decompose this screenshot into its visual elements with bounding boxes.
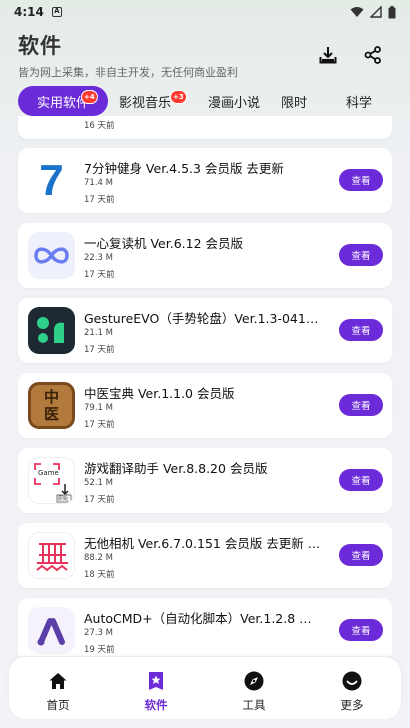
status-time: 4:14 (14, 5, 44, 19)
list-item[interactable]: 无他相机 Ver.6.7.0.151 会员版 去更新 去广告 88.2 M 18… (18, 523, 392, 588)
tab-comics-novels[interactable]: 漫画小说 (207, 86, 261, 116)
tab-badge: +3 (170, 90, 187, 104)
app-name: 游戏翻译助手 Ver.8.8.20 会员版 (84, 461, 268, 476)
download-icon (319, 47, 337, 64)
app-size: 22.3 M (84, 253, 113, 263)
app-size: 71.4 M (84, 178, 113, 188)
app-date: 19 天前 (84, 645, 115, 655)
nav-software[interactable]: 软件 (107, 657, 205, 719)
tab-label: 限时 (280, 95, 307, 111)
infinity-icon (28, 232, 75, 279)
wifi-icon (350, 7, 364, 17)
view-button[interactable]: 查看 (339, 544, 383, 566)
app-size: 79.1 M (84, 403, 113, 413)
game-glyph: Game (38, 469, 59, 477)
tab-label: 科学 (345, 95, 372, 111)
list-item[interactable]: Game 原始 游戏翻译助手 Ver.8.8.20 会员版 52.1 M 17 … (18, 448, 392, 513)
app-size: 27.3 M (84, 628, 113, 638)
nav-tools[interactable]: 工具 (205, 657, 303, 719)
nav-label: 更多 (340, 698, 364, 712)
view-button[interactable]: 查看 (339, 469, 383, 491)
smile-icon (341, 670, 363, 692)
view-button[interactable]: 查看 (339, 319, 383, 341)
app-name: 一心复读机 Ver.6.12 会员版 (84, 236, 244, 251)
seven-glyph: 7 (39, 157, 64, 204)
app-size: 88.2 M (84, 553, 113, 563)
view-button[interactable]: 查看 (339, 619, 383, 641)
list-item[interactable]: GestureEVO（手势轮盘）Ver.1.3-0418023 会员版 21.1… (18, 298, 392, 363)
seven-minute-icon: 7 (28, 157, 75, 204)
app-name: AutoCMD+（自动化脚本）Ver.1.2.8 专业版 (84, 611, 324, 626)
status-bar: 4:14 A (0, 0, 410, 24)
tcm-book-icon: 中 医 (28, 382, 75, 429)
tab-label: 漫画小说 (207, 95, 260, 111)
game-badge-glyph: 原始 (58, 496, 69, 502)
page-subtitle: 皆为网上采集，非自主开发，无任何商业盈利 (18, 66, 238, 79)
download-button[interactable] (317, 44, 339, 66)
app-name: 中医宝典 Ver.1.1.0 会员版 (84, 386, 235, 401)
page-header: 软件 皆为网上采集，非自主开发，无任何商业盈利 (18, 30, 398, 80)
signal-icon (370, 6, 382, 18)
tab-badge: +4 (81, 90, 98, 104)
autocmd-icon (28, 607, 75, 654)
list-item[interactable]: AutoCMD+（自动化脚本）Ver.1.2.8 专业版 27.3 M 19 天… (18, 598, 392, 656)
tab-science[interactable]: 科学 (345, 86, 373, 116)
tab-label: 影视音乐 (118, 95, 171, 111)
home-icon (47, 670, 69, 692)
app-name: 无他相机 Ver.6.7.0.151 会员版 去更新 去广告 (84, 536, 324, 551)
list-item[interactable]: 一心复读机 Ver.6.12 会员版 22.3 M 17 天前 查看 (18, 223, 392, 288)
app-date: 17 天前 (84, 345, 115, 355)
app-date: 17 天前 (84, 195, 115, 205)
notification-icon: A (51, 7, 62, 17)
view-button[interactable]: 查看 (339, 169, 383, 191)
app-date: 17 天前 (84, 270, 115, 280)
view-button[interactable]: 查看 (339, 244, 383, 266)
share-icon (364, 46, 381, 64)
app-date: 17 天前 (84, 420, 115, 430)
view-button[interactable]: 查看 (339, 394, 383, 416)
tab-limited-time[interactable]: 限时 (280, 86, 308, 116)
app-size: 52.1 M (84, 478, 113, 488)
nav-label: 工具 (242, 698, 266, 712)
list-item[interactable]: 7 7分钟健身 Ver.4.5.3 会员版 去更新 71.4 M 17 天前 查… (18, 148, 392, 213)
app-size: 21.1 M (84, 328, 113, 338)
tab-video-music[interactable]: 影视音乐 (118, 86, 172, 116)
star-doc-icon (145, 670, 167, 692)
nav-label: 首页 (46, 698, 70, 712)
bottom-navigation: 首页 软件 工具 更多 (9, 657, 401, 719)
app-list[interactable]: 16 天前 7 7分钟健身 Ver.4.5.3 会员版 去更新 71.4 M 1… (0, 116, 410, 656)
tcm-glyph-top: 中 (43, 387, 59, 406)
tcm-glyph-bottom: 医 (43, 404, 59, 423)
app-name: GestureEVO（手势轮盘）Ver.1.3-0418023 会员版 (84, 311, 324, 326)
app-name: 7分钟健身 Ver.4.5.3 会员版 去更新 (84, 161, 284, 176)
app-date: 16 天前 (84, 121, 115, 131)
page-title: 软件 (18, 34, 62, 58)
battery-icon (388, 5, 396, 18)
gesture-evo-icon (28, 307, 75, 354)
compass-icon (243, 670, 265, 692)
nav-home[interactable]: 首页 (9, 657, 107, 719)
list-item[interactable]: 16 天前 (18, 116, 392, 139)
list-item[interactable]: 中 医 中医宝典 Ver.1.1.0 会员版 79.1 M 17 天前 查看 (18, 373, 392, 438)
game-translate-icon: Game 原始 (28, 457, 75, 504)
app-date: 17 天前 (84, 495, 115, 505)
category-tabs: 实用软件 +4 影视音乐 +3 漫画小说 限时 科学 (0, 86, 410, 116)
nav-more[interactable]: 更多 (303, 657, 401, 719)
nav-label: 软件 (144, 698, 168, 712)
share-button[interactable] (362, 44, 384, 66)
wuta-camera-icon (28, 532, 75, 579)
status-icons (350, 5, 396, 19)
app-date: 18 天前 (84, 570, 115, 580)
